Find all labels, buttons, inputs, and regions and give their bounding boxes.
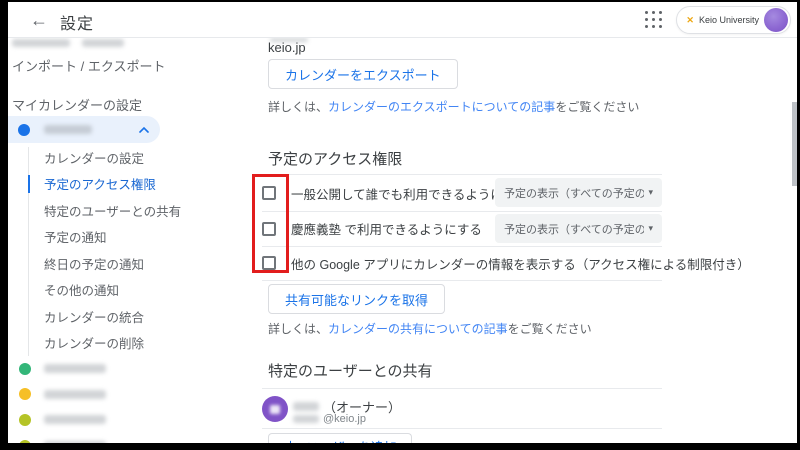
org-access-checkbox[interactable]	[262, 222, 276, 236]
help-suffix: をご覧ください	[555, 100, 639, 114]
sidebar-selected-calendar[interactable]	[8, 116, 160, 143]
calendar-color-dot	[19, 388, 31, 400]
caret-down-icon: ▾	[648, 223, 653, 234]
public-access-dropdown[interactable]: 予定の表示（すべての予定の詳細） ▾	[495, 178, 662, 207]
dropdown-value: 予定の表示（すべての予定の詳細）	[504, 185, 644, 201]
redacted-email-local-part	[293, 415, 319, 423]
redacted-calendar-name	[44, 125, 92, 134]
redacted-calendar-name	[44, 441, 106, 443]
plus-icon: ＋	[283, 436, 298, 443]
google-apps-checkbox[interactable]	[262, 256, 276, 270]
export-help-text: 詳しくは、カレンダーのエクスポートについての記事をご覧ください	[268, 98, 639, 115]
redacted-calendar-name	[44, 415, 106, 424]
sidebar-other-calendars	[12, 356, 106, 443]
divider	[262, 428, 662, 429]
divider	[262, 388, 662, 389]
sidebar-item-share-with-users[interactable]: 特定のユーザーとの共有	[36, 197, 181, 224]
sidebar-calendar-item[interactable]	[12, 407, 106, 433]
help-prefix: 詳しくは、	[268, 322, 328, 336]
chevron-up-icon[interactable]	[138, 126, 150, 134]
permission-row-public: 一般公開して誰でも利用できるようにする	[262, 175, 528, 211]
caret-down-icon: ▾	[648, 187, 653, 198]
sidebar-item-calendar-integration[interactable]: カレンダーの統合	[36, 303, 181, 330]
calendar-color-dot	[18, 124, 30, 136]
permission-label: 一般公開して誰でも利用できるようにする	[291, 184, 528, 203]
add-user-label: ユーザーを追加	[306, 437, 397, 443]
public-access-checkbox[interactable]	[262, 186, 276, 200]
header-right-cluster: ✕ Keio University	[645, 2, 791, 38]
add-user-button[interactable]: ＋ ユーザーを追加	[268, 433, 412, 443]
sidebar-item-import-export[interactable]: インポート / エクスポート	[12, 56, 165, 75]
sidebar-item-calendar-settings[interactable]: カレンダーの設定	[36, 144, 181, 171]
divider	[262, 280, 662, 281]
export-calendar-button[interactable]: カレンダーをエクスポート	[268, 59, 458, 89]
permission-label: 慶應義塾 で利用できるようにする	[291, 219, 482, 238]
settings-header: ← 設定 ✕ Keio University	[8, 2, 797, 38]
redacted-avatar-initial	[270, 405, 280, 414]
sidebar-submenu: カレンダーの設定 予定のアクセス権限 特定のユーザーとの共有 予定の通知 終日の…	[36, 144, 181, 356]
back-arrow-icon: ←	[30, 10, 48, 31]
dropdown-value: 予定の表示（すべての予定の詳細）	[504, 221, 644, 237]
app-window: ← 設定 ✕ Keio University インポート / エクスポート マイ…	[8, 2, 797, 443]
permission-row-google-apps: 他の Google アプリにカレンダーの情報を表示する（アクセス権による制限付き…	[262, 246, 750, 280]
sidebar-item-access-permissions[interactable]: 予定のアクセス権限	[36, 171, 181, 198]
share-with-users-title: 特定のユーザーとの共有	[268, 360, 433, 381]
sidebar-item-other-notifications[interactable]: その他の通知	[36, 277, 181, 304]
owner-email-domain: @keio.jp	[323, 413, 366, 425]
sidebar-section-my-calendars: マイカレンダーの設定	[12, 95, 142, 114]
permission-row-organization: 慶應義塾 で利用できるようにする	[262, 211, 482, 246]
sidebar-item-event-notifications[interactable]: 予定の通知	[36, 224, 181, 251]
access-permissions-title: 予定のアクセス権限	[268, 148, 402, 169]
sidebar-calendar-item[interactable]	[12, 382, 106, 408]
redacted-sidebar-item	[82, 39, 124, 47]
sidebar-item-delete-calendar[interactable]: カレンダーの削除	[36, 330, 181, 357]
calendar-domain-text: keio.jp	[268, 40, 306, 55]
calendar-color-dot	[19, 440, 31, 443]
calendar-color-dot	[19, 363, 31, 375]
permission-label: 他の Google アプリにカレンダーの情報を表示する（アクセス権による制限付き…	[291, 254, 750, 273]
sidebar-item-allday-notifications[interactable]: 終日の予定の通知	[36, 250, 181, 277]
org-name-label: Keio University	[699, 15, 759, 25]
get-shareable-link-button[interactable]: 共有可能なリンクを取得	[268, 284, 445, 314]
sidebar-calendar-item[interactable]	[12, 356, 106, 382]
apps-grid-icon[interactable]	[645, 11, 663, 29]
owner-email-row: @keio.jp	[293, 413, 366, 425]
scrollbar-thumb[interactable]	[792, 102, 797, 186]
owner-avatar	[262, 396, 288, 422]
back-button[interactable]: ←	[26, 7, 52, 33]
export-article-link[interactable]: カレンダーのエクスポートについての記事	[328, 100, 555, 114]
help-suffix: をご覧ください	[508, 322, 592, 336]
org-access-dropdown[interactable]: 予定の表示（すべての予定の詳細） ▾	[495, 214, 662, 243]
user-avatar[interactable]	[764, 8, 788, 32]
help-prefix: 詳しくは、	[268, 100, 328, 114]
account-badge[interactable]: ✕ Keio University	[676, 6, 791, 34]
share-help-text: 詳しくは、カレンダーの共有についての記事をご覧ください	[268, 320, 592, 337]
share-article-link[interactable]: カレンダーの共有についての記事	[328, 322, 508, 336]
keio-emblem-icon: ✕	[686, 15, 694, 26]
redacted-calendar-name	[44, 390, 106, 399]
calendar-color-dot	[19, 414, 31, 426]
page-title: 設定	[60, 10, 94, 34]
redacted-owner-name	[293, 402, 319, 411]
redacted-sidebar-item	[12, 39, 70, 47]
sidebar-calendar-item[interactable]	[12, 433, 106, 443]
redacted-calendar-name	[44, 364, 106, 373]
